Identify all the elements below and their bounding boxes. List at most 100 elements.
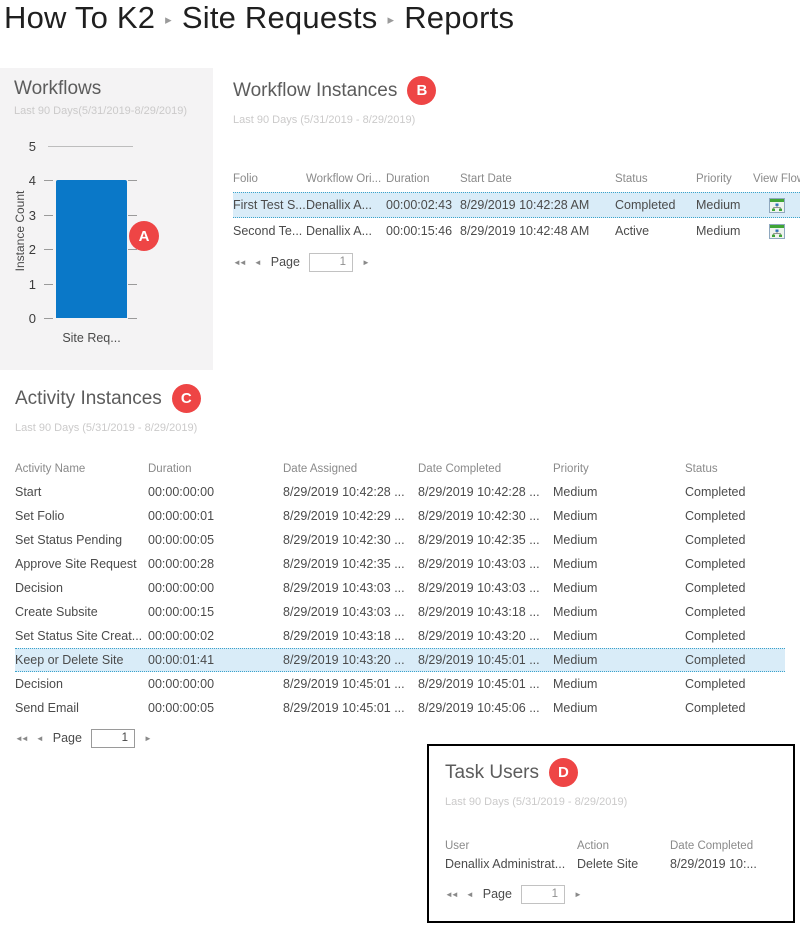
- table-row[interactable]: Decision 00:00:00:00 8/29/2019 10:43:03 …: [15, 576, 785, 600]
- workflows-panel: Workflows Last 90 Days(5/31/2019-8/29/20…: [0, 68, 213, 370]
- tick-mark: [44, 318, 53, 319]
- cell-date-completed: 8/29/2019 10:42:28 ...: [418, 485, 553, 499]
- cell-folio: First Test S...: [233, 198, 306, 212]
- cell-date-completed: 8/29/2019 10:43:18 ...: [418, 605, 553, 619]
- cell-duration: 00:00:00:02: [148, 629, 283, 643]
- x-category-label: Site Req...: [56, 331, 127, 345]
- cell-duration: 00:00:00:00: [148, 485, 283, 499]
- cell-date-completed: 8/29/2019 10:42:30 ...: [418, 509, 553, 523]
- cell-user: Denallix Administrat...: [445, 857, 577, 871]
- cell-status: Completed: [685, 653, 785, 667]
- breadcrumb-workflow: Site Requests: [182, 0, 378, 36]
- page-number-input[interactable]: [521, 885, 565, 904]
- column-header-duration[interactable]: Duration: [386, 173, 460, 185]
- tick-mark: [128, 180, 137, 181]
- page-number-input[interactable]: [91, 729, 135, 748]
- table-row[interactable]: Approve Site Request 00:00:00:28 8/29/20…: [15, 552, 785, 576]
- cell-status: Completed: [685, 509, 785, 523]
- cell-originator: Denallix A...: [306, 198, 386, 212]
- column-header-date-completed[interactable]: Date Completed: [670, 840, 785, 852]
- prev-page-icon[interactable]: ◄: [254, 258, 260, 267]
- column-header-view-flow[interactable]: View Flow: [753, 173, 800, 185]
- column-header-status[interactable]: Status: [685, 463, 785, 475]
- table-header: Folio Workflow Ori... Duration Start Dat…: [233, 164, 800, 192]
- tick-mark: [128, 249, 137, 250]
- table-row[interactable]: Second Te... Denallix A... 00:00:15:46 8…: [233, 218, 800, 244]
- column-header-action[interactable]: Action: [577, 840, 670, 852]
- column-header-status[interactable]: Status: [615, 173, 696, 185]
- first-page-icon[interactable]: ◄◄: [233, 258, 245, 267]
- cell-duration: 00:00:00:01: [148, 509, 283, 523]
- tick-mark: [44, 180, 53, 181]
- activity-instances-subtitle: Last 90 Days (5/31/2019 - 8/29/2019): [15, 422, 785, 434]
- tick-mark: [44, 249, 53, 250]
- gridline: [48, 146, 133, 147]
- cell-action: Delete Site: [577, 857, 670, 871]
- table-header: User Action Date Completed: [445, 832, 793, 852]
- cell-duration: 00:00:00:28: [148, 557, 283, 571]
- table-row[interactable]: Set Folio 00:00:00:01 8/29/2019 10:42:29…: [15, 504, 785, 528]
- table-row[interactable]: Set Status Site Creat... 00:00:00:02 8/2…: [15, 624, 785, 648]
- flow-report-icon[interactable]: [769, 224, 785, 239]
- workflow-instances-title: Workflow Instances: [233, 80, 397, 102]
- next-page-icon[interactable]: ►: [574, 890, 580, 899]
- tick-mark: [128, 215, 137, 216]
- prev-page-icon[interactable]: ◄: [36, 734, 42, 743]
- column-header-duration[interactable]: Duration: [148, 463, 283, 475]
- column-header-folio[interactable]: Folio: [233, 173, 306, 185]
- page-label: Page: [271, 255, 300, 269]
- callout-badge-c: C: [172, 384, 201, 413]
- cell-duration: 00:00:01:41: [148, 653, 283, 667]
- table-row[interactable]: Create Subsite 00:00:00:15 8/29/2019 10:…: [15, 600, 785, 624]
- page-label: Page: [53, 731, 82, 745]
- column-header-activity-name[interactable]: Activity Name: [15, 463, 148, 475]
- table-row[interactable]: Keep or Delete Site 00:00:01:41 8/29/201…: [15, 648, 785, 672]
- cell-activity-name: Set Status Pending: [15, 533, 148, 547]
- activity-instances-title: Activity Instances: [15, 388, 162, 410]
- table-row[interactable]: Send Email 00:00:00:05 8/29/2019 10:45:0…: [15, 696, 785, 720]
- breadcrumb: How To K2 ▸ Site Requests ▸ Reports: [4, 0, 514, 36]
- workflow-instances-subtitle: Last 90 Days (5/31/2019 - 8/29/2019): [233, 114, 800, 126]
- cell-priority: Medium: [553, 653, 685, 667]
- cell-status: Completed: [685, 629, 785, 643]
- cell-priority: Medium: [553, 629, 685, 643]
- cell-status: Completed: [685, 581, 785, 595]
- first-page-icon[interactable]: ◄◄: [15, 734, 27, 743]
- bar-site-requests[interactable]: [56, 180, 127, 318]
- table-row[interactable]: Set Status Pending 00:00:00:05 8/29/2019…: [15, 528, 785, 552]
- cell-status: Active: [615, 224, 696, 238]
- table-row[interactable]: First Test S... Denallix A... 00:00:02:4…: [233, 192, 800, 218]
- cell-date-assigned: 8/29/2019 10:42:28 ...: [283, 485, 418, 499]
- cell-status: Completed: [685, 557, 785, 571]
- flow-report-icon[interactable]: [769, 198, 785, 213]
- page-number-input[interactable]: [309, 253, 353, 272]
- cell-priority: Medium: [553, 581, 685, 595]
- table-row[interactable]: Start 00:00:00:00 8/29/2019 10:42:28 ...…: [15, 480, 785, 504]
- column-header-originator[interactable]: Workflow Ori...: [306, 173, 386, 185]
- column-header-user[interactable]: User: [445, 840, 577, 852]
- next-page-icon[interactable]: ►: [144, 734, 150, 743]
- column-header-date-completed[interactable]: Date Completed: [418, 463, 553, 475]
- tick-mark: [44, 284, 53, 285]
- cell-priority: Medium: [696, 224, 753, 238]
- cell-date-completed: 8/29/2019 10:43:03 ...: [418, 581, 553, 595]
- first-page-icon[interactable]: ◄◄: [445, 890, 457, 899]
- cell-status: Completed: [685, 701, 785, 715]
- cell-date-assigned: 8/29/2019 10:43:03 ...: [283, 581, 418, 595]
- cell-status: Completed: [615, 198, 696, 212]
- cell-date-completed: 8/29/2019 10:45:01 ...: [418, 677, 553, 691]
- view-flow-cell: [753, 223, 800, 238]
- cell-date-completed: 8/29/2019 10:42:35 ...: [418, 533, 553, 547]
- next-page-icon[interactable]: ►: [362, 258, 368, 267]
- column-header-priority[interactable]: Priority: [553, 463, 685, 475]
- activity-instances-section: Activity Instances C Last 90 Days (5/31/…: [15, 384, 785, 752]
- column-header-date-assigned[interactable]: Date Assigned: [283, 463, 418, 475]
- prev-page-icon[interactable]: ◄: [466, 890, 472, 899]
- column-header-start-date[interactable]: Start Date: [460, 173, 615, 185]
- column-header-priority[interactable]: Priority: [696, 173, 753, 185]
- cell-activity-name: Send Email: [15, 701, 148, 715]
- table-row[interactable]: Denallix Administrat... Delete Site 8/29…: [445, 852, 793, 876]
- y-tick: 5: [10, 139, 36, 154]
- table-row[interactable]: Decision 00:00:00:00 8/29/2019 10:45:01 …: [15, 672, 785, 696]
- cell-originator: Denallix A...: [306, 224, 386, 238]
